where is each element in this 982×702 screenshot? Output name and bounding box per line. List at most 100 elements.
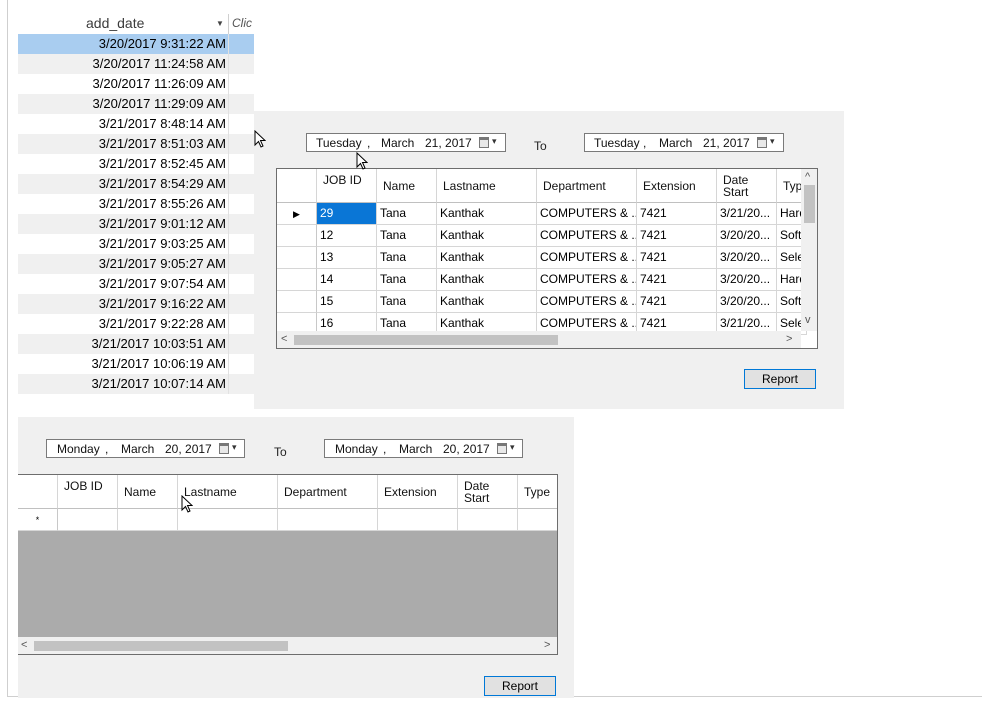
column-header-job-id[interactable]: JOB ID [317,169,377,203]
scroll-left-icon[interactable]: < [21,639,27,651]
list-item[interactable]: 3/20/2017 9:31:22 AM [18,34,254,54]
sort-dropdown-icon[interactable]: ▼ [216,19,224,28]
extension-cell[interactable]: 7421 [637,225,717,247]
column-header-date-start[interactable]: Date Start [458,475,518,509]
calendar-icon[interactable] [757,137,767,148]
column-header-department[interactable]: Department [278,475,378,509]
new-row-cell[interactable] [278,509,378,531]
to-date-picker[interactable]: Monday , March 20, 2017 ▾ [324,439,523,458]
job-id-cell[interactable]: 13 [317,247,377,269]
scroll-down-icon[interactable]: v [805,314,811,326]
job-id-cell[interactable]: 15 [317,291,377,313]
department-cell[interactable]: COMPUTERS & ... [537,291,637,313]
date-start-cell[interactable]: 3/20/20... [717,269,777,291]
horizontal-scrollbar[interactable]: < > [18,637,557,654]
row-header[interactable] [277,247,317,269]
department-cell[interactable]: COMPUTERS & ... [537,203,637,225]
extension-cell[interactable]: 7421 [637,203,717,225]
lastname-cell[interactable]: Kanthak [437,269,537,291]
add-date-list[interactable]: add_date ▼ Clic 3/20/2017 9:31:22 AM 3/20… [18,14,254,410]
row-header[interactable] [277,269,317,291]
from-date-picker[interactable]: Monday , March 20, 2017 ▾ [46,439,245,458]
list-item[interactable]: 3/21/2017 9:07:54 AM [18,274,254,294]
column-header-lastname[interactable]: Lastname [178,475,278,509]
calendar-icon[interactable] [497,443,507,454]
add-date-column-header[interactable]: add_date ▼ Clic [18,14,254,35]
from-date-picker[interactable]: Tuesday , March 21, 2017 ▾ [306,133,506,152]
list-item[interactable]: 3/20/2017 11:29:09 AM [18,94,254,114]
new-row-marker[interactable]: * [18,509,58,531]
horizontal-scroll-thumb[interactable] [34,641,288,651]
report-button[interactable]: Report [744,369,816,389]
column-header-type[interactable]: Type [518,475,557,509]
name-cell[interactable]: Tana [377,291,437,313]
row-header[interactable] [277,291,317,313]
name-cell[interactable]: Tana [377,247,437,269]
department-cell[interactable]: COMPUTERS & ... [537,225,637,247]
dropdown-arrow-icon[interactable]: ▾ [232,442,237,453]
dropdown-arrow-icon[interactable]: ▾ [770,136,775,147]
lastname-cell[interactable]: Kanthak [437,225,537,247]
list-item[interactable]: 3/21/2017 9:01:12 AM [18,214,254,234]
new-row-cell[interactable] [178,509,278,531]
job-id-cell[interactable]: 14 [317,269,377,291]
list-item[interactable]: 3/21/2017 8:54:29 AM [18,174,254,194]
calendar-icon[interactable] [479,137,489,148]
report-button[interactable]: Report [484,676,556,696]
to-date-picker[interactable]: Tuesday , March 21, 2017 ▾ [584,133,784,152]
column-header-date-start[interactable]: Date Start [717,169,777,203]
date-start-cell[interactable]: 3/21/20... [717,203,777,225]
column-header-name[interactable]: Name [377,169,437,203]
column-header-extension[interactable]: Extension [378,475,458,509]
name-cell[interactable]: Tana [377,203,437,225]
lastname-cell[interactable]: Kanthak [437,291,537,313]
date-start-cell[interactable]: 3/20/20... [717,247,777,269]
name-cell[interactable]: Tana [377,269,437,291]
job-id-cell[interactable]: 29 [317,203,377,225]
list-item[interactable]: 3/21/2017 8:51:03 AM [18,134,254,154]
column-header-department[interactable]: Department [537,169,637,203]
horizontal-scrollbar[interactable]: < > [277,331,801,348]
extension-cell[interactable]: 7421 [637,269,717,291]
horizontal-scroll-thumb[interactable] [294,335,558,345]
list-item[interactable]: 3/20/2017 11:26:09 AM [18,74,254,94]
new-row-cell[interactable] [378,509,458,531]
lastname-cell[interactable]: Kanthak [437,247,537,269]
department-cell[interactable]: COMPUTERS & ... [537,269,637,291]
department-cell[interactable]: COMPUTERS & ... [537,247,637,269]
column-separator[interactable] [228,14,229,34]
job-id-cell[interactable]: 12 [317,225,377,247]
new-row-cell[interactable] [58,509,118,531]
list-item[interactable]: 3/21/2017 10:03:51 AM [18,334,254,354]
list-item[interactable]: 3/21/2017 9:16:22 AM [18,294,254,314]
column-header-extension[interactable]: Extension [637,169,717,203]
column-header-job-id[interactable]: JOB ID [58,475,118,509]
jobs-grid-bottom[interactable]: JOB ID Name Lastname Department Extensio… [18,474,558,655]
lastname-cell[interactable]: Kanthak [437,203,537,225]
list-item[interactable]: 3/21/2017 8:52:45 AM [18,154,254,174]
new-row-cell[interactable] [118,509,178,531]
list-item[interactable]: 3/21/2017 9:03:25 AM [18,234,254,254]
vertical-scroll-thumb[interactable] [804,185,815,223]
row-header[interactable]: ▶ [277,203,317,225]
vertical-scrollbar[interactable]: ^ v [801,169,817,331]
date-start-cell[interactable]: 3/20/20... [717,225,777,247]
calendar-icon[interactable] [219,443,229,454]
list-item[interactable]: 3/21/2017 10:06:19 AM [18,354,254,374]
extension-cell[interactable]: 7421 [637,247,717,269]
dropdown-arrow-icon[interactable]: ▾ [492,136,497,147]
list-item[interactable]: 3/21/2017 9:05:27 AM [18,254,254,274]
column-header-name[interactable]: Name [118,475,178,509]
list-item[interactable]: 3/21/2017 8:55:26 AM [18,194,254,214]
new-row-cell[interactable] [518,509,557,531]
list-item[interactable]: 3/20/2017 11:24:58 AM [18,54,254,74]
column-header-lastname[interactable]: Lastname [437,169,537,203]
scroll-up-icon[interactable]: ^ [805,171,810,183]
dropdown-arrow-icon[interactable]: ▾ [510,442,515,453]
list-item[interactable]: 3/21/2017 9:22:28 AM [18,314,254,334]
row-header[interactable] [277,225,317,247]
next-column-header-label[interactable]: Clic [232,16,252,30]
scroll-right-icon[interactable]: > [544,639,550,651]
extension-cell[interactable]: 7421 [637,291,717,313]
date-start-cell[interactable]: 3/20/20... [717,291,777,313]
